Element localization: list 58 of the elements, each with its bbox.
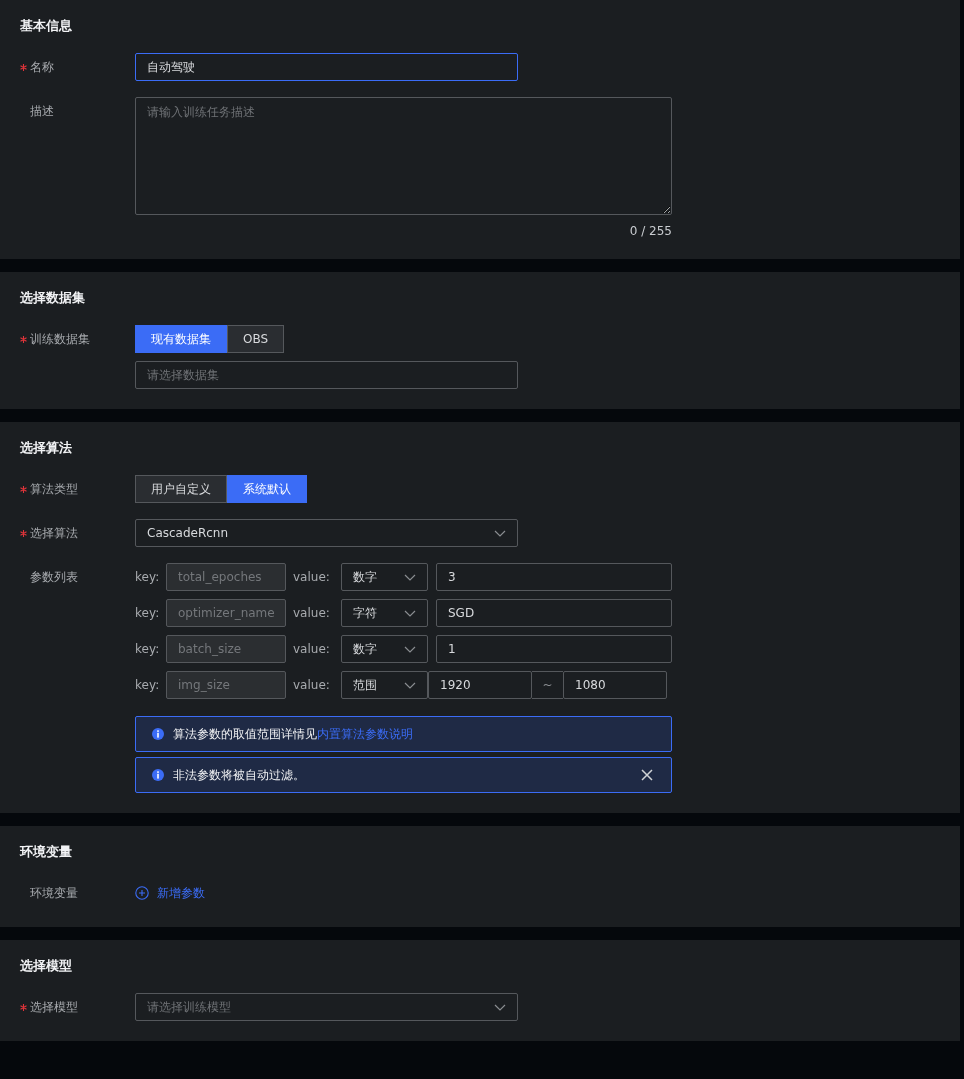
value-label: value:: [293, 642, 331, 656]
field-label: 描述: [30, 103, 54, 120]
chevron-down-icon: [404, 609, 416, 617]
type-select[interactable]: 数字: [341, 635, 428, 663]
toggle-option[interactable]: 系统默认: [227, 475, 307, 503]
section-title: 选择模型: [20, 957, 73, 975]
chevron-down-icon: [404, 645, 416, 653]
alert-message: 非法参数将被自动过滤。: [173, 766, 306, 784]
plus-circle-icon: [135, 886, 149, 900]
value-label: value:: [293, 606, 331, 620]
type-select[interactable]: 数字: [341, 563, 428, 591]
section-title: 选择算法: [20, 439, 73, 457]
section-title: 基本信息: [20, 17, 73, 35]
field-label: 环境变量: [30, 885, 78, 902]
section-title: 选择数据集: [20, 289, 86, 307]
type-select[interactable]: 字符: [341, 599, 428, 627]
range-separator: ~: [542, 678, 553, 692]
info-icon: [152, 769, 164, 781]
section-title: 环境变量: [20, 843, 73, 861]
value-label: value:: [293, 570, 331, 584]
value-field[interactable]: 3: [436, 563, 672, 591]
toggle-option[interactable]: 现有数据集: [135, 325, 227, 353]
field-label: 选择算法: [30, 525, 78, 542]
chevron-down-icon: [404, 681, 416, 689]
value-field[interactable]: 1920: [428, 671, 532, 699]
chevron-down-icon: [494, 1003, 506, 1011]
value-label: value:: [293, 678, 331, 692]
dataset-field[interactable]: 请选择数据集: [135, 361, 518, 389]
add-parameter-link[interactable]: 新增参数: [135, 879, 205, 907]
key-field: img_size: [166, 671, 286, 699]
toggle-option[interactable]: 用户自定义: [135, 475, 227, 503]
alert-message: 算法参数的取值范围详情见内置算法参数说明: [173, 725, 414, 743]
field-label: 参数列表: [30, 569, 78, 586]
field-label: 算法类型: [30, 481, 78, 498]
key-label: key:: [135, 642, 161, 656]
description-field[interactable]: 请输入训练任务描述: [135, 97, 672, 215]
select-field[interactable]: 请选择训练模型: [135, 993, 518, 1021]
close-icon[interactable]: [641, 769, 653, 781]
toggle-option[interactable]: OBS: [227, 325, 285, 353]
type-select[interactable]: 范围: [341, 671, 428, 699]
key-field: batch_size: [166, 635, 286, 663]
select-field[interactable]: CascadeRcnn: [135, 519, 518, 547]
character-counter: 0 / 255: [629, 223, 672, 239]
value-field[interactable]: 1080: [563, 671, 667, 699]
value-field[interactable]: SGD: [436, 599, 672, 627]
key-field: total_epoches: [166, 563, 286, 591]
value-field[interactable]: 1: [436, 635, 672, 663]
field-label: 名称: [30, 59, 54, 76]
field-label: 选择模型: [30, 999, 78, 1016]
field-label: 训练数据集: [30, 331, 90, 348]
name-field[interactable]: 自动驾驶: [135, 53, 518, 81]
key-label: key:: [135, 606, 161, 620]
chevron-down-icon: [494, 529, 506, 537]
info-icon: [152, 728, 164, 740]
key-field: optimizer_name: [166, 599, 286, 627]
key-label: key:: [135, 678, 161, 692]
chevron-down-icon: [404, 573, 416, 581]
key-label: key:: [135, 570, 161, 584]
